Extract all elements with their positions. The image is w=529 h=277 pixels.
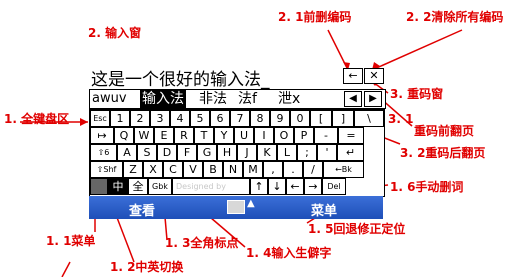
- key[interactable]: Z: [123, 161, 143, 178]
- key[interactable]: 6: [210, 110, 230, 127]
- keyboard-row-3: ⇧6 A S D F G H J K L ; ' ↵: [90, 144, 364, 161]
- candidate-item-1[interactable]: 输入法: [140, 90, 186, 108]
- designed-by-label: Designed by: [172, 178, 250, 195]
- key[interactable]: C: [163, 161, 183, 178]
- annotation-manual-delete: 1. 6手动删词: [390, 180, 464, 194]
- menu-softkey[interactable]: 菜单: [311, 200, 337, 219]
- key[interactable]: [: [310, 110, 332, 127]
- key[interactable]: 3: [150, 110, 170, 127]
- key-enter[interactable]: ↵: [337, 144, 364, 161]
- clear-codes-button[interactable]: ✕: [364, 68, 384, 84]
- candidate-code: awuv: [92, 91, 127, 106]
- key[interactable]: B: [203, 161, 223, 178]
- annotation-full-keyboard: 1. 全键盘区: [4, 112, 70, 126]
- candidate-next-button[interactable]: ▶: [364, 91, 382, 107]
- keyboard-row-5: ▒ 中 全 Gbk Designed by ↑ ↓ ← → Del: [90, 178, 346, 195]
- key-menu-toggle[interactable]: ▒: [90, 178, 108, 195]
- key[interactable]: -: [314, 127, 338, 144]
- annotation-backspace: 1. 5回退修正定位: [308, 222, 406, 236]
- annotation-page-down: 3. 2重码后翻页: [400, 146, 486, 160]
- key[interactable]: X: [143, 161, 163, 178]
- key[interactable]: K: [257, 144, 277, 161]
- key-left[interactable]: ←: [286, 178, 304, 195]
- key[interactable]: Q: [114, 127, 134, 144]
- key-cn-en-toggle[interactable]: 中: [108, 178, 128, 195]
- key[interactable]: =: [338, 127, 364, 144]
- key[interactable]: M: [243, 161, 263, 178]
- key[interactable]: F: [177, 144, 197, 161]
- key[interactable]: 1: [110, 110, 130, 127]
- key-backspace[interactable]: ←Bk: [323, 161, 364, 178]
- key[interactable]: L: [277, 144, 297, 161]
- key[interactable]: O: [274, 127, 294, 144]
- taskbar: 查看 ▲ 菜单: [89, 196, 383, 219]
- key[interactable]: D: [157, 144, 177, 161]
- key[interactable]: J: [237, 144, 257, 161]
- key-full-width[interactable]: 全: [128, 178, 148, 195]
- key-right[interactable]: →: [304, 178, 322, 195]
- key[interactable]: V: [183, 161, 203, 178]
- key-down[interactable]: ↓: [268, 178, 286, 195]
- key[interactable]: 5: [190, 110, 210, 127]
- annotation-code-window: 3. 重码窗: [390, 87, 444, 101]
- annotation-menu: 1. 1菜单: [46, 234, 96, 248]
- candidate-item-2[interactable]: 非法: [199, 90, 227, 108]
- annotation-page-up-num: 3. 1: [388, 112, 414, 126]
- annotation-page-up: 重码前翻页: [414, 124, 475, 138]
- key[interactable]: H: [217, 144, 237, 161]
- key[interactable]: T: [194, 127, 214, 144]
- key[interactable]: P: [294, 127, 314, 144]
- key[interactable]: E: [154, 127, 174, 144]
- candidate-prev-button[interactable]: ◀: [344, 91, 362, 107]
- view-softkey[interactable]: 查看: [129, 200, 155, 219]
- annotation-full-width: 1. 3全角标点: [165, 236, 239, 250]
- key[interactable]: I: [254, 127, 274, 144]
- delete-code-button[interactable]: ←: [343, 68, 363, 84]
- key[interactable]: 9: [270, 110, 290, 127]
- key[interactable]: N: [223, 161, 243, 178]
- key[interactable]: .: [283, 161, 303, 178]
- key[interactable]: 4: [170, 110, 190, 127]
- key-tab[interactable]: ↦: [90, 127, 114, 144]
- key-delete[interactable]: Del: [322, 178, 346, 195]
- key[interactable]: 7: [230, 110, 250, 127]
- key-up[interactable]: ↑: [250, 178, 268, 195]
- candidate-bar: awuv 输入法 非法 法f 泄x ◀ ▶: [89, 89, 386, 109]
- key[interactable]: 8: [250, 110, 270, 127]
- key[interactable]: R: [174, 127, 194, 144]
- input-window-text[interactable]: 这是一个很好的输入法_: [91, 65, 270, 90]
- keyboard-row-2: ↦ Q W E R T Y U I O P - =: [90, 127, 364, 144]
- key[interactable]: /: [303, 161, 323, 178]
- key[interactable]: 0: [290, 110, 310, 127]
- candidate-item-3[interactable]: 法f: [238, 90, 257, 108]
- key-shift[interactable]: ⇧Shf: [90, 161, 123, 178]
- keyboard-row-1: Esc 1 2 3 4 5 6 7 8 9 0 [ ] \: [90, 110, 384, 127]
- key[interactable]: ]: [332, 110, 354, 127]
- full-keyboard: Esc 1 2 3 4 5 6 7 8 9 0 [ ] \ ↦ Q W E R …: [89, 109, 385, 197]
- key[interactable]: \: [354, 110, 384, 127]
- key[interactable]: 2: [130, 110, 150, 127]
- key[interactable]: ,: [263, 161, 283, 178]
- annotation-delete-forward: 2. 1前删编码: [278, 10, 352, 24]
- key[interactable]: A: [117, 144, 137, 161]
- key[interactable]: ;: [297, 144, 317, 161]
- key[interactable]: S: [137, 144, 157, 161]
- candidate-item-4[interactable]: 泄x: [278, 90, 300, 108]
- key-gbk[interactable]: Gbk: [148, 178, 172, 195]
- annotation-rare-chars: 1. 4输入生僻字: [246, 246, 332, 260]
- annotation-cn-en: 1. 2中英切换: [110, 260, 184, 274]
- annotation-clear-all: 2. 2清除所有编码: [406, 10, 504, 24]
- key[interactable]: ': [317, 144, 337, 161]
- annotation-input-window: 2. 输入窗: [88, 26, 142, 40]
- keyboard-row-4: ⇧Shf Z X C V B N M , . / ←Bk: [90, 161, 364, 178]
- key[interactable]: G: [197, 144, 217, 161]
- chevron-up-icon[interactable]: ▲: [247, 198, 255, 209]
- key[interactable]: W: [134, 127, 154, 144]
- key-caps[interactable]: ⇧6: [90, 144, 117, 161]
- keyboard-icon[interactable]: [227, 200, 245, 214]
- key[interactable]: U: [234, 127, 254, 144]
- key[interactable]: Y: [214, 127, 234, 144]
- key-esc[interactable]: Esc: [90, 110, 110, 127]
